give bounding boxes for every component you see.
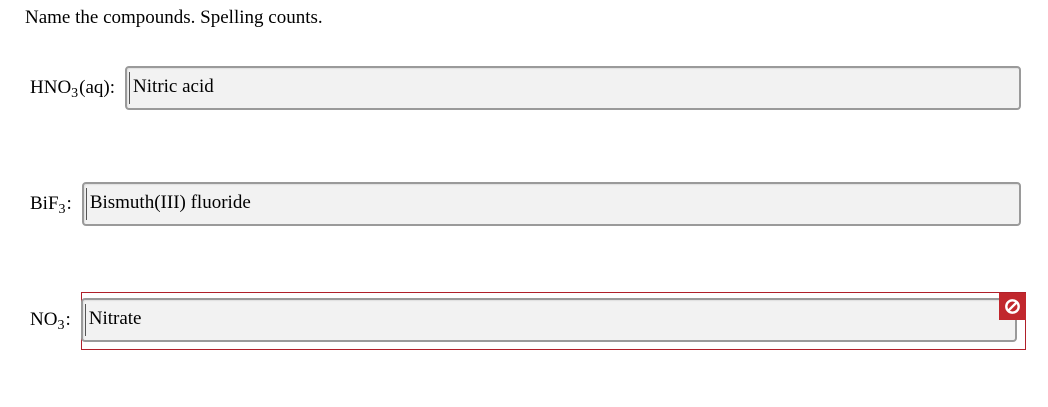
formula-label-bif3: BiF 3:: [30, 193, 72, 217]
formula-label-hno3: HNO 3 (aq):: [30, 77, 116, 101]
text-caret: [85, 188, 87, 220]
prohibited-icon: [1005, 299, 1020, 314]
formula-label-no3: NO 3:: [30, 309, 71, 333]
question-row-no3: NO 3: Nitrate: [30, 298, 1017, 342]
formula-tail: :: [65, 309, 71, 330]
instructions: Name the compounds. Spelling counts.: [25, 7, 323, 28]
answer-field-bif3[interactable]: Bismuth(III) fluoride: [81, 182, 1021, 226]
answer-box[interactable]: [125, 66, 1021, 110]
question-row-bif3: BiF 3: Bismuth(III) fluoride: [30, 182, 1021, 226]
text-caret: [84, 304, 86, 336]
formula-tail: :: [66, 193, 72, 214]
answer-box[interactable]: [80, 298, 1017, 342]
answer-field-no3[interactable]: Nitrate: [80, 298, 1017, 342]
formula-main: NO: [30, 309, 58, 330]
formula-tail: (aq):: [79, 77, 116, 98]
incorrect-badge[interactable]: [999, 293, 1026, 320]
answer-field-hno3[interactable]: Nitric acid: [125, 66, 1021, 110]
answer-box[interactable]: [81, 182, 1021, 226]
formula-main: HNO: [30, 77, 72, 98]
text-caret: [129, 72, 131, 104]
question-row-hno3: HNO 3 (aq): Nitric acid: [30, 66, 1021, 110]
formula-main: BiF: [30, 193, 59, 214]
